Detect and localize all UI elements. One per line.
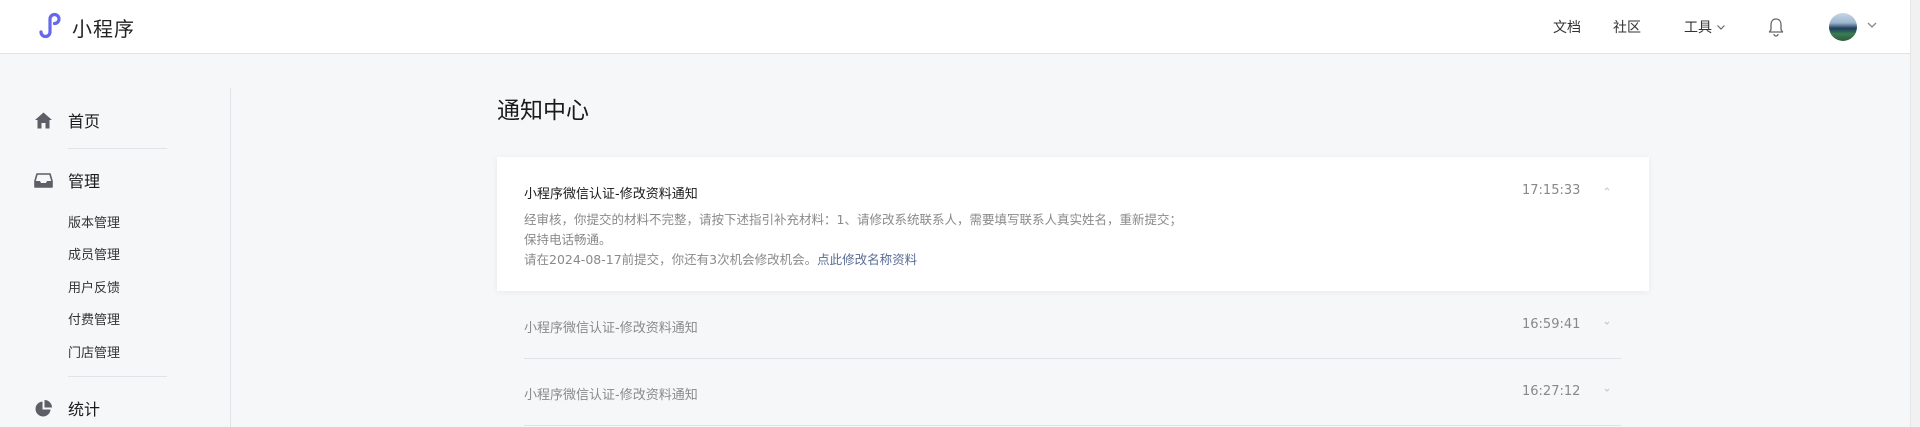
notice-time: 17:15:33	[1522, 183, 1581, 198]
notice-body-line: 保持电话畅通。	[524, 232, 612, 247]
nav-tools-label: 工具	[1684, 20, 1712, 36]
page-scrollbar[interactable]	[1910, 0, 1920, 427]
account-chevron-down-icon[interactable]	[1865, 18, 1879, 32]
sidebar-divider	[68, 148, 167, 149]
notice-title: 小程序微信认证-修改资料通知	[524, 388, 698, 403]
chevron-down-icon	[1717, 25, 1725, 30]
top-header: 小程序 文档 社区 工具	[0, 0, 1920, 54]
sidebar-item-payment-management[interactable]: 付费管理	[68, 312, 120, 330]
notice-time: 16:59:41	[1522, 317, 1581, 332]
pie-chart-icon	[35, 399, 52, 416]
sidebar-item-manage[interactable]: 管理	[34, 168, 100, 192]
user-avatar[interactable]	[1829, 13, 1857, 41]
sidebar-divider	[68, 376, 167, 377]
page-title: 通知中心	[497, 98, 589, 124]
nav-community[interactable]: 社区	[1613, 0, 1641, 54]
home-icon	[35, 112, 52, 128]
notice-title: 小程序微信认证-修改资料通知	[524, 321, 698, 336]
sidebar-item-user-feedback[interactable]: 用户反馈	[68, 280, 120, 298]
notice-body-line: 经审核，你提交的材料不完整，请按下述指引补充材料：1、请修改系统联系人，需要填写…	[524, 212, 1182, 227]
sidebar-item-version-management[interactable]: 版本管理	[68, 215, 120, 233]
notice-item[interactable]: 小程序微信认证-修改资料通知 16:59:41	[497, 293, 1649, 359]
sidebar-stats-label: 统计	[68, 400, 101, 419]
inbox-icon	[34, 172, 53, 188]
sidebar-manage-label: 管理	[68, 172, 101, 191]
notice-body: 经审核，你提交的材料不完整，请按下述指引补充材料：1、请修改系统联系人，需要填写…	[524, 210, 1182, 270]
row-divider	[524, 425, 1621, 426]
notice-title: 小程序微信认证-修改资料通知	[524, 187, 698, 202]
miniprogram-logo-icon	[34, 10, 64, 44]
app-name: 小程序	[72, 16, 135, 41]
edit-name-info-link[interactable]: 点此修改名称资料	[817, 252, 917, 267]
sidebar-item-home[interactable]: 首页	[34, 108, 100, 132]
notice-item-expanded[interactable]: 小程序微信认证-修改资料通知 17:15:33 经审核，你提交的材料不完整，请按…	[497, 157, 1649, 291]
sidebar-home-label: 首页	[68, 112, 101, 131]
notice-item[interactable]: 小程序微信认证-修改资料通知 16:27:12	[497, 360, 1649, 426]
notice-time: 16:27:12	[1522, 384, 1581, 399]
notice-deadline-text: 请在2024-08-17前提交，你还有3次机会修改机会。	[524, 252, 818, 267]
nav-tools[interactable]: 工具	[1684, 0, 1726, 54]
sidebar-item-member-management[interactable]: 成员管理	[68, 247, 120, 265]
expand-caret-icon[interactable]	[1602, 385, 1612, 395]
sidebar-item-stats[interactable]: 统计	[34, 396, 100, 420]
sidebar-item-store-management[interactable]: 门店管理	[68, 345, 120, 363]
row-divider	[524, 358, 1621, 359]
notice-body-line: 请在2024-08-17前提交，你还有3次机会修改机会。点此修改名称资料	[524, 250, 1182, 270]
collapse-caret-icon[interactable]	[1602, 184, 1612, 194]
app-logo[interactable]: 小程序	[34, 12, 135, 42]
bell-icon[interactable]	[1767, 17, 1785, 37]
sidebar-border	[230, 88, 231, 427]
expand-caret-icon[interactable]	[1602, 318, 1612, 328]
nav-docs[interactable]: 文档	[1553, 0, 1581, 54]
